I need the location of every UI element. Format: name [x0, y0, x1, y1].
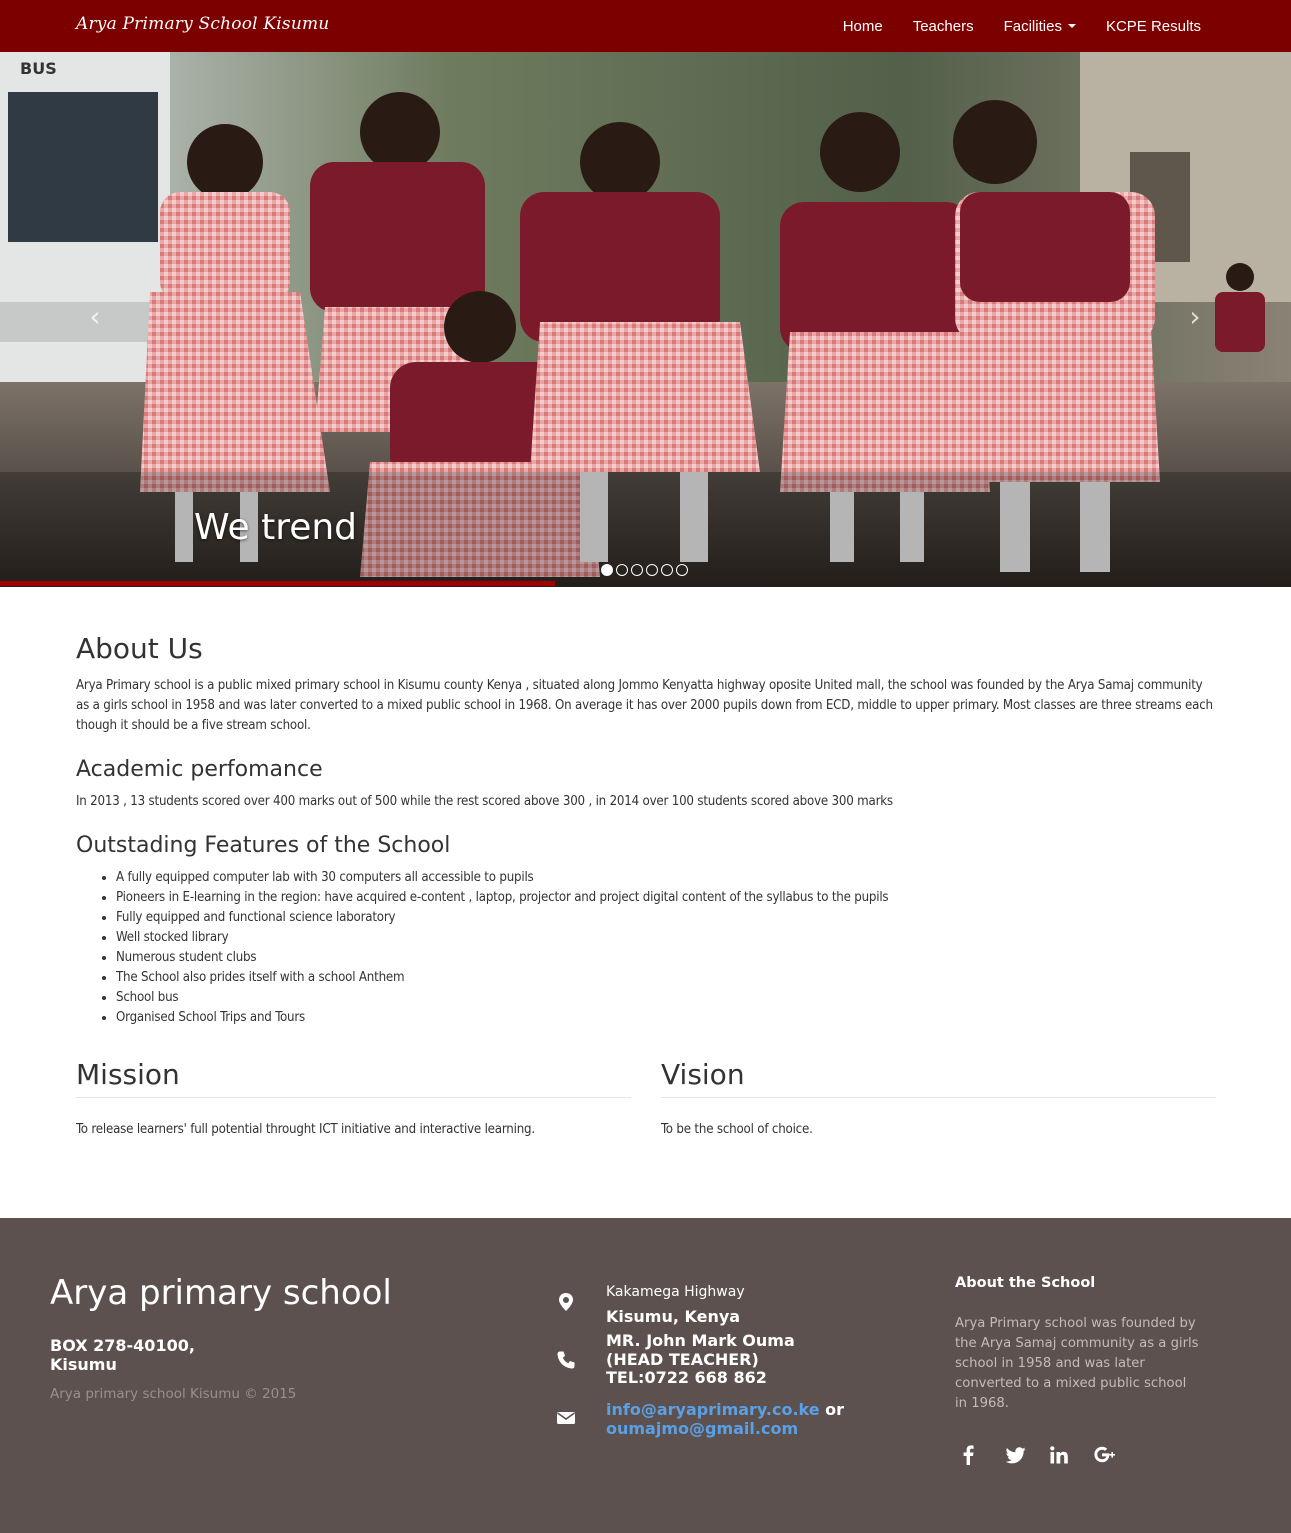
vision-text: To be the school of choice.	[661, 1122, 813, 1137]
academic-text: In 2013 , 13 students scored over 400 ma…	[76, 794, 893, 809]
footer-contact-role: (HEAD TEACHER)	[606, 1349, 759, 1369]
list-item: School bus	[116, 988, 888, 1008]
brand-link[interactable]: Arya Primary School Kisumu	[76, 14, 329, 34]
about-title: About Us	[76, 632, 203, 665]
svg-text:BUS: BUS	[20, 59, 57, 78]
list-item: A fully equipped computer lab with 30 co…	[116, 868, 888, 888]
caret-down-icon	[1067, 24, 1076, 28]
mission-title: Mission	[76, 1057, 631, 1098]
footer-box-line2: Kisumu	[50, 1355, 117, 1374]
list-item: The School also prides itself with a sch…	[116, 968, 888, 988]
footer-contact-name: MR. John Mark Ouma	[606, 1331, 795, 1350]
footer-school-name: Arya primary school	[50, 1273, 392, 1313]
phone-icon	[557, 1351, 575, 1369]
carousel-indicator[interactable]	[646, 564, 658, 576]
carousel-caption: We trend	[194, 507, 358, 548]
about-text: Arya Primary school is a public mixed pr…	[76, 678, 1213, 733]
list-item: Organised School Trips and Tours	[116, 1008, 888, 1028]
footer: Arya primary school BOX 278-40100, Kisum…	[0, 1218, 1291, 1533]
nav-menu: Home Teachers Facilities KCPE Results	[813, 0, 1201, 52]
carousel-indicator[interactable]	[631, 564, 643, 576]
list-item: Numerous student clubs	[116, 948, 888, 968]
nav-teachers-label: Teachers	[912, 17, 974, 35]
carousel-next-button[interactable]: ›	[1180, 302, 1210, 332]
hero-carousel: BUS We trend ‹ ›	[0, 52, 1291, 587]
nav-facilities-dropdown[interactable]: Facilities	[1004, 18, 1076, 35]
carousel-indicator[interactable]	[601, 564, 613, 576]
mission-text: To release learners' full potential thro…	[76, 1122, 535, 1137]
footer-emails: info@aryaprimary.co.ke or oumajmo@gmail.…	[606, 1400, 844, 1438]
chevron-left-icon: ‹	[89, 300, 101, 333]
footer-address-line1: Kakamega Highway	[606, 1284, 745, 1300]
carousel-progress-bar	[0, 581, 556, 586]
footer-address-line2: Kisumu, Kenya	[606, 1307, 741, 1326]
list-item: Pioneers in E-learning in the region: ha…	[116, 888, 889, 908]
nav-home-label: Home	[842, 17, 883, 35]
nav-kcpe-results[interactable]: KCPE Results	[1106, 18, 1201, 35]
email-or-text: or	[825, 1400, 845, 1419]
nav-facilities-label: Facilities	[1003, 17, 1062, 35]
footer-copyright: Arya primary school Kisumu © 2015	[50, 1386, 297, 1402]
twitter-icon[interactable]	[1006, 1443, 1050, 1467]
google-plus-icon[interactable]	[1094, 1443, 1138, 1467]
vision-section: Vision To be the school of choice.	[661, 1057, 1216, 1140]
footer-postal-address: BOX 278-40100, Kisumu	[50, 1336, 195, 1374]
list-item: Well stocked library	[116, 928, 888, 948]
nav-kcpe-label: KCPE Results	[1105, 17, 1201, 35]
footer-about-text: Arya Primary school was founded by the A…	[955, 1316, 1199, 1411]
carousel-indicator[interactable]	[676, 564, 688, 576]
envelope-icon	[557, 1412, 575, 1424]
mission-section: Mission To release learners' full potent…	[76, 1057, 631, 1140]
carousel-prev-button[interactable]: ‹	[80, 302, 110, 332]
footer-about-heading: About the School	[955, 1275, 1096, 1291]
footer-contact: MR. John Mark Ouma (HEAD TEACHER) TEL:07…	[606, 1331, 795, 1388]
map-marker-icon	[559, 1293, 573, 1311]
email-link-info[interactable]: info@aryaprimary.co.ke	[606, 1400, 820, 1419]
nav-home[interactable]: Home	[843, 18, 883, 35]
features-title: Outstading Features of the School	[76, 833, 451, 858]
vision-title: Vision	[661, 1057, 1216, 1098]
carousel-indicator[interactable]	[661, 564, 673, 576]
carousel-indicator[interactable]	[616, 564, 628, 576]
social-links	[962, 1443, 1138, 1467]
footer-contact-phone: TEL:0722 668 862	[606, 1368, 767, 1387]
list-item: Fully equipped and functional science la…	[116, 908, 888, 928]
features-list: A fully equipped computer lab with 30 co…	[116, 868, 889, 1028]
facebook-icon[interactable]	[962, 1443, 1006, 1467]
carousel-indicators	[601, 564, 691, 576]
linkedin-icon[interactable]	[1050, 1443, 1094, 1467]
footer-box-line1: BOX 278-40100,	[50, 1336, 195, 1355]
academic-title: Academic perfomance	[76, 757, 323, 782]
chevron-right-icon: ›	[1189, 300, 1201, 333]
email-link-ouma[interactable]: oumajmo@gmail.com	[606, 1419, 798, 1438]
nav-teachers[interactable]: Teachers	[913, 18, 974, 35]
navbar: Arya Primary School Kisumu Home Teachers…	[0, 0, 1291, 52]
